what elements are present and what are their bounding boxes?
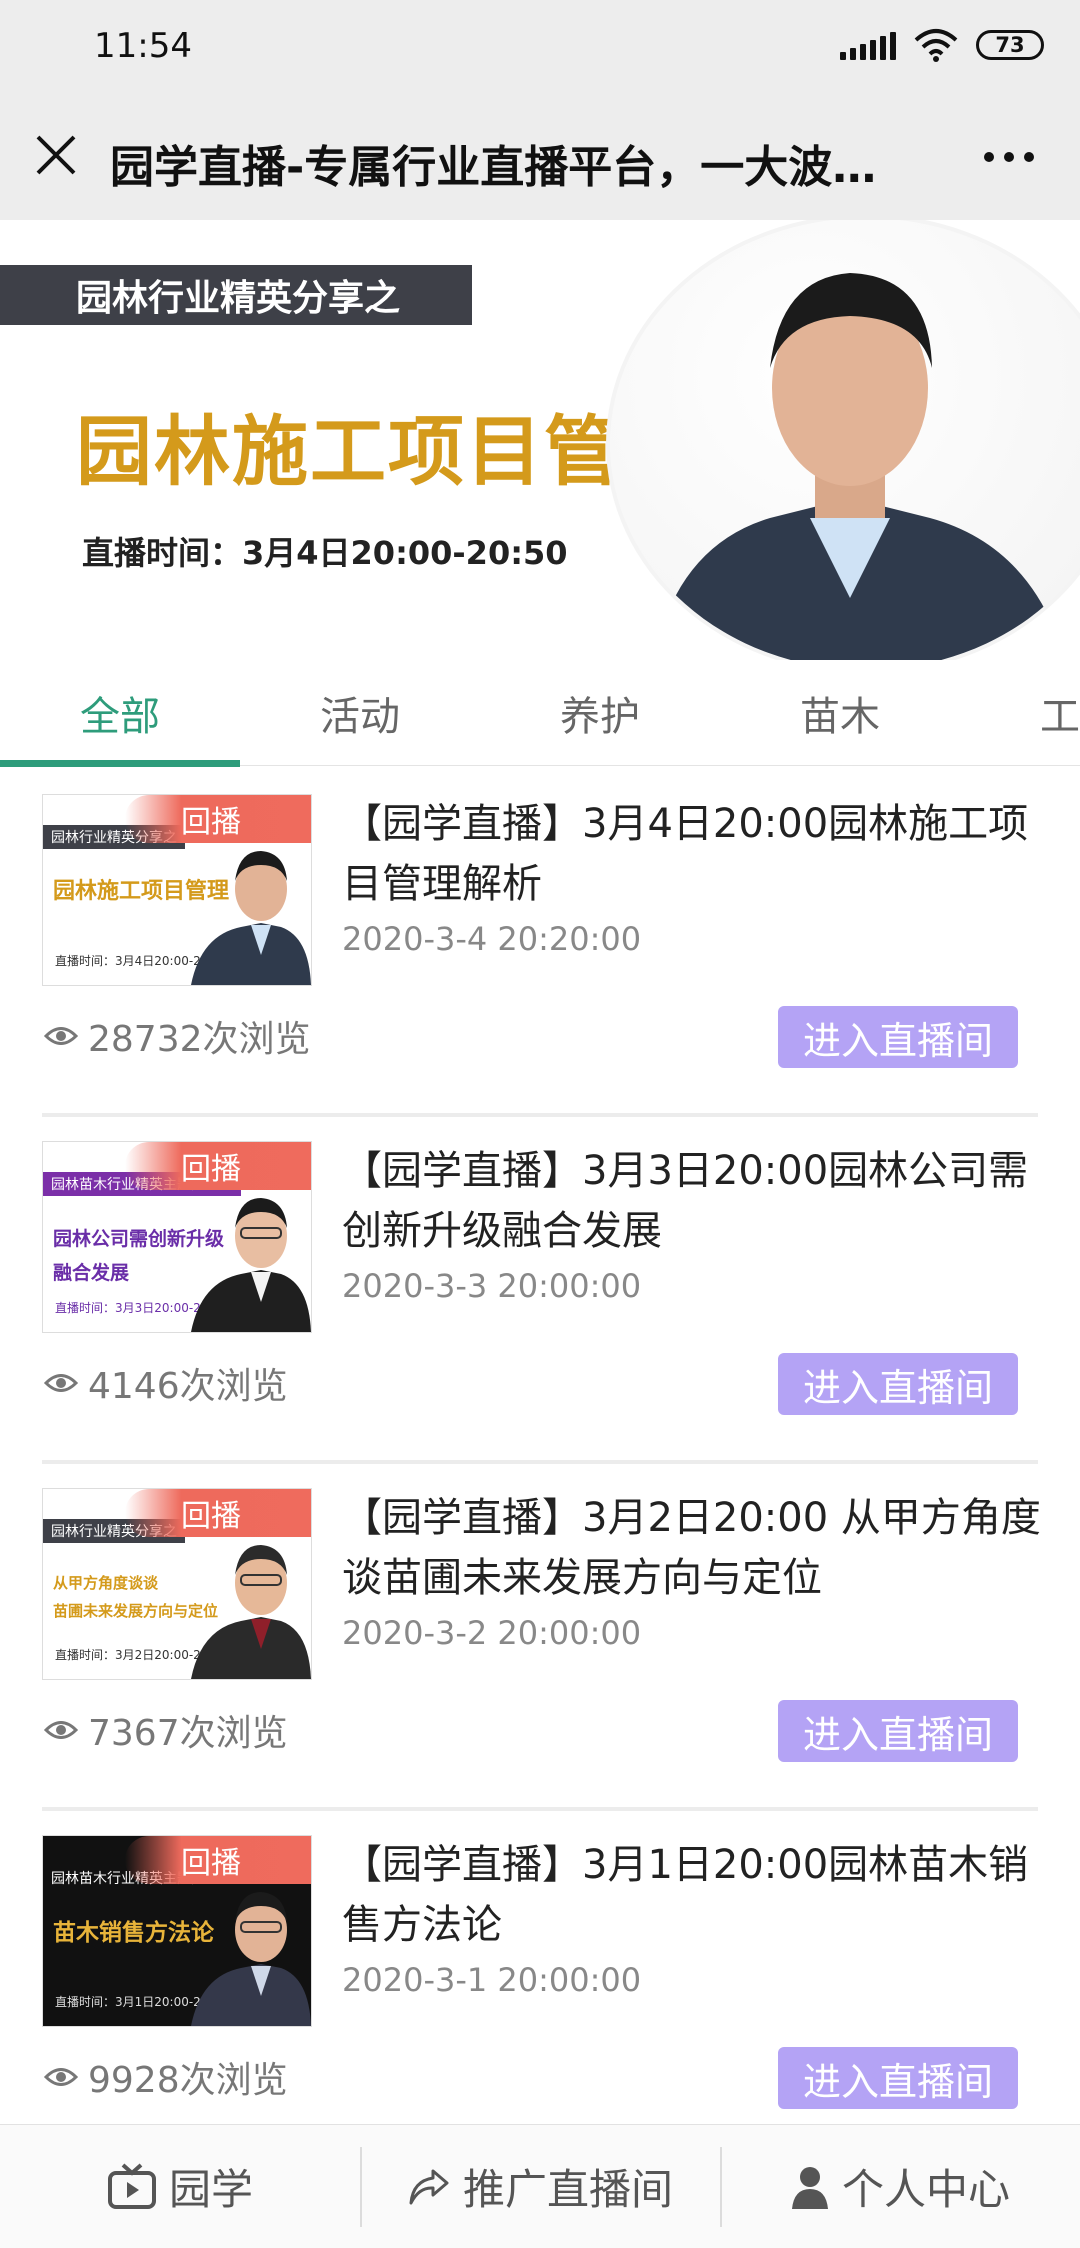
thumbnail[interactable]: 园林苗木行业精英主题分享之 苗木销售方法论 直播时间：3月1日20:00-20:… (42, 1835, 312, 2027)
tab-engineering[interactable]: 工 (960, 660, 1080, 766)
wifi-icon (914, 29, 958, 62)
list-item[interactable]: 园林苗木行业精英主题分享之 园林公司需创新升级 融合发展 直播时间：3月3日20… (0, 1117, 1080, 1464)
enter-live-room-button[interactable]: 进入直播间 (778, 1700, 1018, 1762)
banner-time: 直播时间：3月4日20:00-20:50 (82, 534, 568, 572)
item-title[interactable]: 【园学直播】3月1日20:00园林苗木销售方法论 (342, 1835, 1042, 1955)
tab-seedlings[interactable]: 苗木 (720, 660, 960, 766)
replay-badge: 回播 (125, 1836, 311, 1884)
more-dot (984, 152, 994, 162)
thumbnail[interactable]: 园林苗木行业精英主题分享之 园林公司需创新升级 融合发展 直播时间：3月3日20… (42, 1141, 312, 1333)
view-count: 7367次浏览 (44, 1704, 288, 1756)
more-dot (1024, 152, 1034, 162)
view-count-text: 28732次浏览 (88, 1019, 311, 1060)
tab-activity[interactable]: 活动 (240, 660, 480, 766)
more-dot (1004, 152, 1014, 162)
nav-label: 园学 (168, 2165, 253, 2214)
banner-tag: 园林行业精英分享之 (0, 265, 472, 325)
status-bar: 11:54 73 (0, 0, 1080, 95)
enter-live-room-button[interactable]: 进入直播间 (778, 1353, 1018, 1415)
hero-banner[interactable]: 园林行业精英分享之 园林施工项目管理 直播时间：3月4日20:00-20:50 (0, 220, 1080, 660)
view-count-text: 9928次浏览 (88, 2060, 288, 2101)
replay-badge: 回播 (125, 1489, 311, 1537)
tab-maintenance[interactable]: 养护 (480, 660, 720, 766)
enter-live-room-button[interactable]: 进入直播间 (778, 2047, 1018, 2109)
item-title[interactable]: 【园学直播】3月4日20:00园林施工项目管理解析 (342, 794, 1042, 914)
thumbnail[interactable]: 园林行业精英分享之 从甲方角度谈谈 苗圃未来发展方向与定位 直播时间：3月2日2… (42, 1488, 312, 1680)
view-count-text: 4146次浏览 (88, 1366, 288, 1407)
nav-label: 推广直播间 (462, 2165, 673, 2214)
item-date: 2020-3-1 20:00:00 (342, 1961, 642, 1999)
speaker-photo (606, 220, 1080, 660)
status-time: 11:54 (94, 26, 192, 66)
more-button[interactable] (974, 135, 1044, 179)
signal-icon (840, 30, 896, 60)
eye-icon (44, 1374, 78, 1392)
nav-personal-center[interactable]: 个人中心 (720, 2125, 1080, 2248)
enter-live-room-button[interactable]: 进入直播间 (778, 1006, 1018, 1068)
category-tabs: 全部 活动 养护 苗木 工 (0, 660, 1080, 767)
item-title[interactable]: 【园学直播】3月3日20:00园林公司需创新升级融合发展 (342, 1141, 1042, 1261)
eye-icon (44, 1027, 78, 1045)
nav-label: 个人中心 (841, 2165, 1010, 2214)
view-count: 9928次浏览 (44, 2051, 288, 2103)
eye-icon (44, 1721, 78, 1739)
eye-icon (44, 2068, 78, 2086)
item-title[interactable]: 【园学直播】3月2日20:00 从甲方角度谈苗圃未来发展方向与定位 (342, 1488, 1042, 1608)
battery-icon: 73 (976, 30, 1044, 60)
title-bar: 园学直播-专属行业直播平台，一大波… (0, 95, 1080, 220)
bottom-nav: 园学 推广直播间 个人中心 (0, 2124, 1080, 2248)
list-item[interactable]: 园林行业精英分享之 园林施工项目管理 直播时间：3月4日20:00-20:50 … (0, 770, 1080, 1117)
close-icon (36, 135, 76, 175)
nav-promote-room[interactable]: 推广直播间 (360, 2125, 720, 2248)
list-item[interactable]: 园林行业精英分享之 从甲方角度谈谈 苗圃未来发展方向与定位 直播时间：3月2日2… (0, 1464, 1080, 1811)
thumb-title: 苗木销售方法论 (53, 1920, 214, 1946)
status-icons: 73 (840, 28, 1044, 62)
list-item[interactable]: 园林苗木行业精英主题分享之 苗木销售方法论 直播时间：3月1日20:00-20:… (0, 1811, 1080, 2158)
tv-play-icon (107, 2163, 156, 2209)
item-date: 2020-3-3 20:00:00 (342, 1267, 642, 1305)
nav-yuanxue[interactable]: 园学 (0, 2125, 360, 2248)
page-title: 园学直播-专属行业直播平台，一大波… (110, 142, 877, 193)
item-date: 2020-3-4 20:20:00 (342, 920, 642, 958)
replay-badge: 回播 (125, 1142, 311, 1190)
thumbnail[interactable]: 园林行业精英分享之 园林施工项目管理 直播时间：3月4日20:00-20:50 … (42, 794, 312, 986)
replay-badge: 回播 (125, 795, 311, 843)
view-count: 4146次浏览 (44, 1357, 288, 1409)
tab-all[interactable]: 全部 (0, 660, 240, 767)
item-date: 2020-3-2 20:00:00 (342, 1614, 642, 1652)
share-icon (409, 2169, 449, 2204)
view-count-text: 7367次浏览 (88, 1713, 288, 1754)
view-count: 28732次浏览 (44, 1010, 311, 1062)
user-icon (791, 2166, 828, 2209)
live-list: 园林行业精英分享之 园林施工项目管理 直播时间：3月4日20:00-20:50 … (0, 770, 1080, 2158)
close-button[interactable] (28, 127, 84, 183)
